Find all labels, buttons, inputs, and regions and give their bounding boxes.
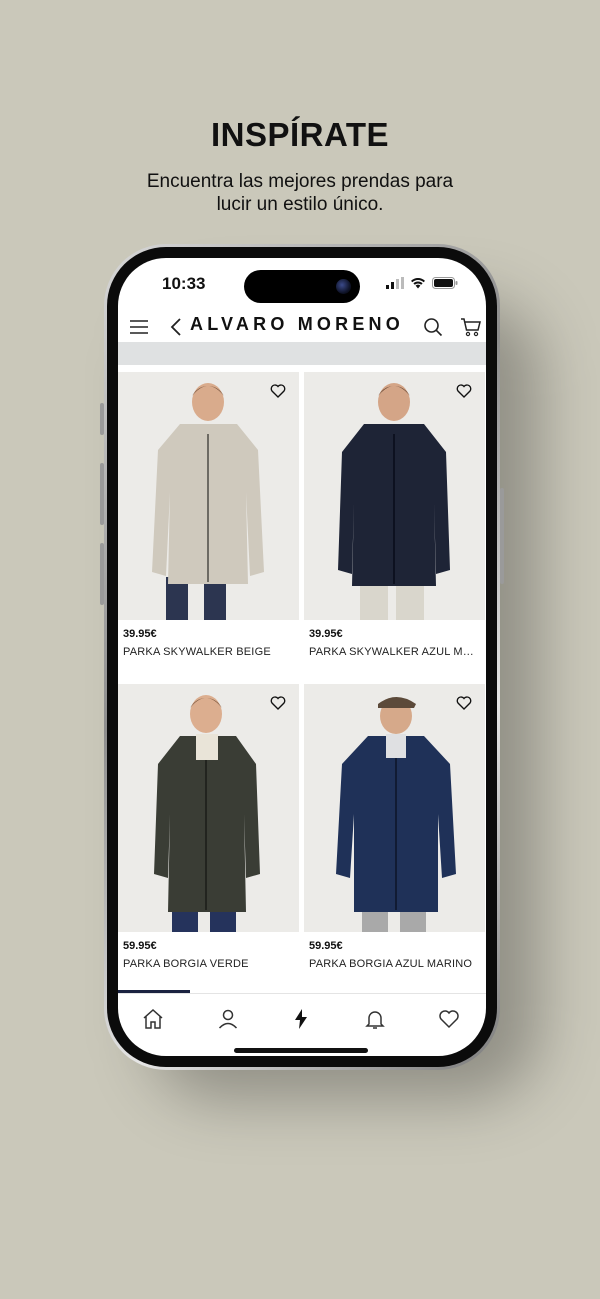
user-icon[interactable] bbox=[216, 1007, 240, 1031]
product-name[interactable]: PARKA SKYWALKER BEIGE bbox=[123, 646, 295, 658]
battery-icon bbox=[432, 277, 458, 289]
product-card[interactable]: 59.95€ PARKA BORGIA AZUL MARINO bbox=[304, 684, 485, 992]
product-card[interactable]: 39.95€ PARKA SKYWALKER AZUL MARINO bbox=[304, 372, 485, 680]
model-head bbox=[192, 383, 224, 421]
status-time: 10:33 bbox=[162, 274, 206, 293]
product-price: 39.95€ bbox=[309, 628, 343, 640]
dynamic-island bbox=[244, 270, 360, 303]
bell-icon[interactable] bbox=[363, 1007, 387, 1031]
app-screen: 10:33 ALVARO MORENO 39.95€ PARKA SKYWALK… bbox=[118, 258, 486, 1056]
product-grid: 39.95€ PARKA SKYWALKER BEIGE 39.95€ PARK… bbox=[118, 372, 486, 992]
promo-subtitle: Encuentra las mejores prendas para lucir… bbox=[0, 170, 600, 216]
product-illustration bbox=[338, 383, 450, 620]
phone-bezel: 10:33 ALVARO MORENO 39.95€ PARKA SKYWALK… bbox=[107, 247, 497, 1067]
signal-icon bbox=[386, 277, 404, 289]
favorite-heart-icon[interactable] bbox=[269, 694, 287, 712]
product-image[interactable] bbox=[304, 684, 485, 932]
status-icons bbox=[386, 277, 458, 289]
front-camera bbox=[336, 279, 351, 294]
wifi-icon bbox=[411, 278, 425, 289]
product-name[interactable]: PARKA BORGIA VERDE bbox=[123, 958, 295, 970]
product-image[interactable] bbox=[304, 372, 485, 620]
back-chevron-icon[interactable] bbox=[166, 316, 188, 338]
phone-frame: 10:33 ALVARO MORENO 39.95€ PARKA SKYWALK… bbox=[104, 244, 500, 1070]
product-price: 39.95€ bbox=[123, 628, 157, 640]
model-head bbox=[378, 383, 410, 421]
product-price: 59.95€ bbox=[123, 940, 157, 952]
product-name[interactable]: PARKA BORGIA AZUL MARINO bbox=[309, 958, 481, 970]
home-icon[interactable] bbox=[141, 1007, 165, 1031]
favorite-heart-icon[interactable] bbox=[269, 382, 287, 400]
brand-logo[interactable]: ALVARO MORENO bbox=[190, 314, 404, 335]
search-icon[interactable] bbox=[422, 316, 444, 338]
product-card[interactable]: 39.95€ PARKA SKYWALKER BEIGE bbox=[118, 372, 299, 680]
promo-subtitle-line-1: Encuentra las mejores prendas para bbox=[146, 171, 454, 192]
product-illustration bbox=[336, 697, 456, 932]
filter-band bbox=[118, 342, 486, 365]
power-button bbox=[500, 488, 504, 584]
heart-icon[interactable] bbox=[437, 1007, 461, 1031]
cart-icon[interactable] bbox=[460, 316, 482, 338]
bolt-icon[interactable] bbox=[289, 1007, 313, 1031]
favorite-heart-icon[interactable] bbox=[455, 694, 473, 712]
flat-cap-shape bbox=[378, 697, 416, 708]
model-head bbox=[190, 695, 222, 733]
bottom-tabbar bbox=[118, 1002, 486, 1038]
favorite-heart-icon[interactable] bbox=[455, 382, 473, 400]
promo-title: INSPÍRATE bbox=[210, 116, 390, 153]
top-navbar: ALVARO MORENO bbox=[118, 312, 486, 342]
product-image[interactable] bbox=[118, 372, 299, 620]
product-price: 59.95€ bbox=[309, 940, 343, 952]
product-illustration bbox=[154, 695, 260, 932]
product-image[interactable] bbox=[118, 684, 299, 932]
promo-subtitle-line-2: lucir un estilo único. bbox=[216, 194, 384, 215]
product-name[interactable]: PARKA SKYWALKER AZUL MARINO bbox=[309, 646, 481, 658]
menu-icon[interactable] bbox=[128, 316, 150, 338]
home-indicator bbox=[234, 1048, 368, 1053]
product-illustration bbox=[152, 383, 264, 620]
product-card[interactable]: 59.95€ PARKA BORGIA VERDE bbox=[118, 684, 299, 992]
tabbar-divider bbox=[118, 993, 486, 994]
